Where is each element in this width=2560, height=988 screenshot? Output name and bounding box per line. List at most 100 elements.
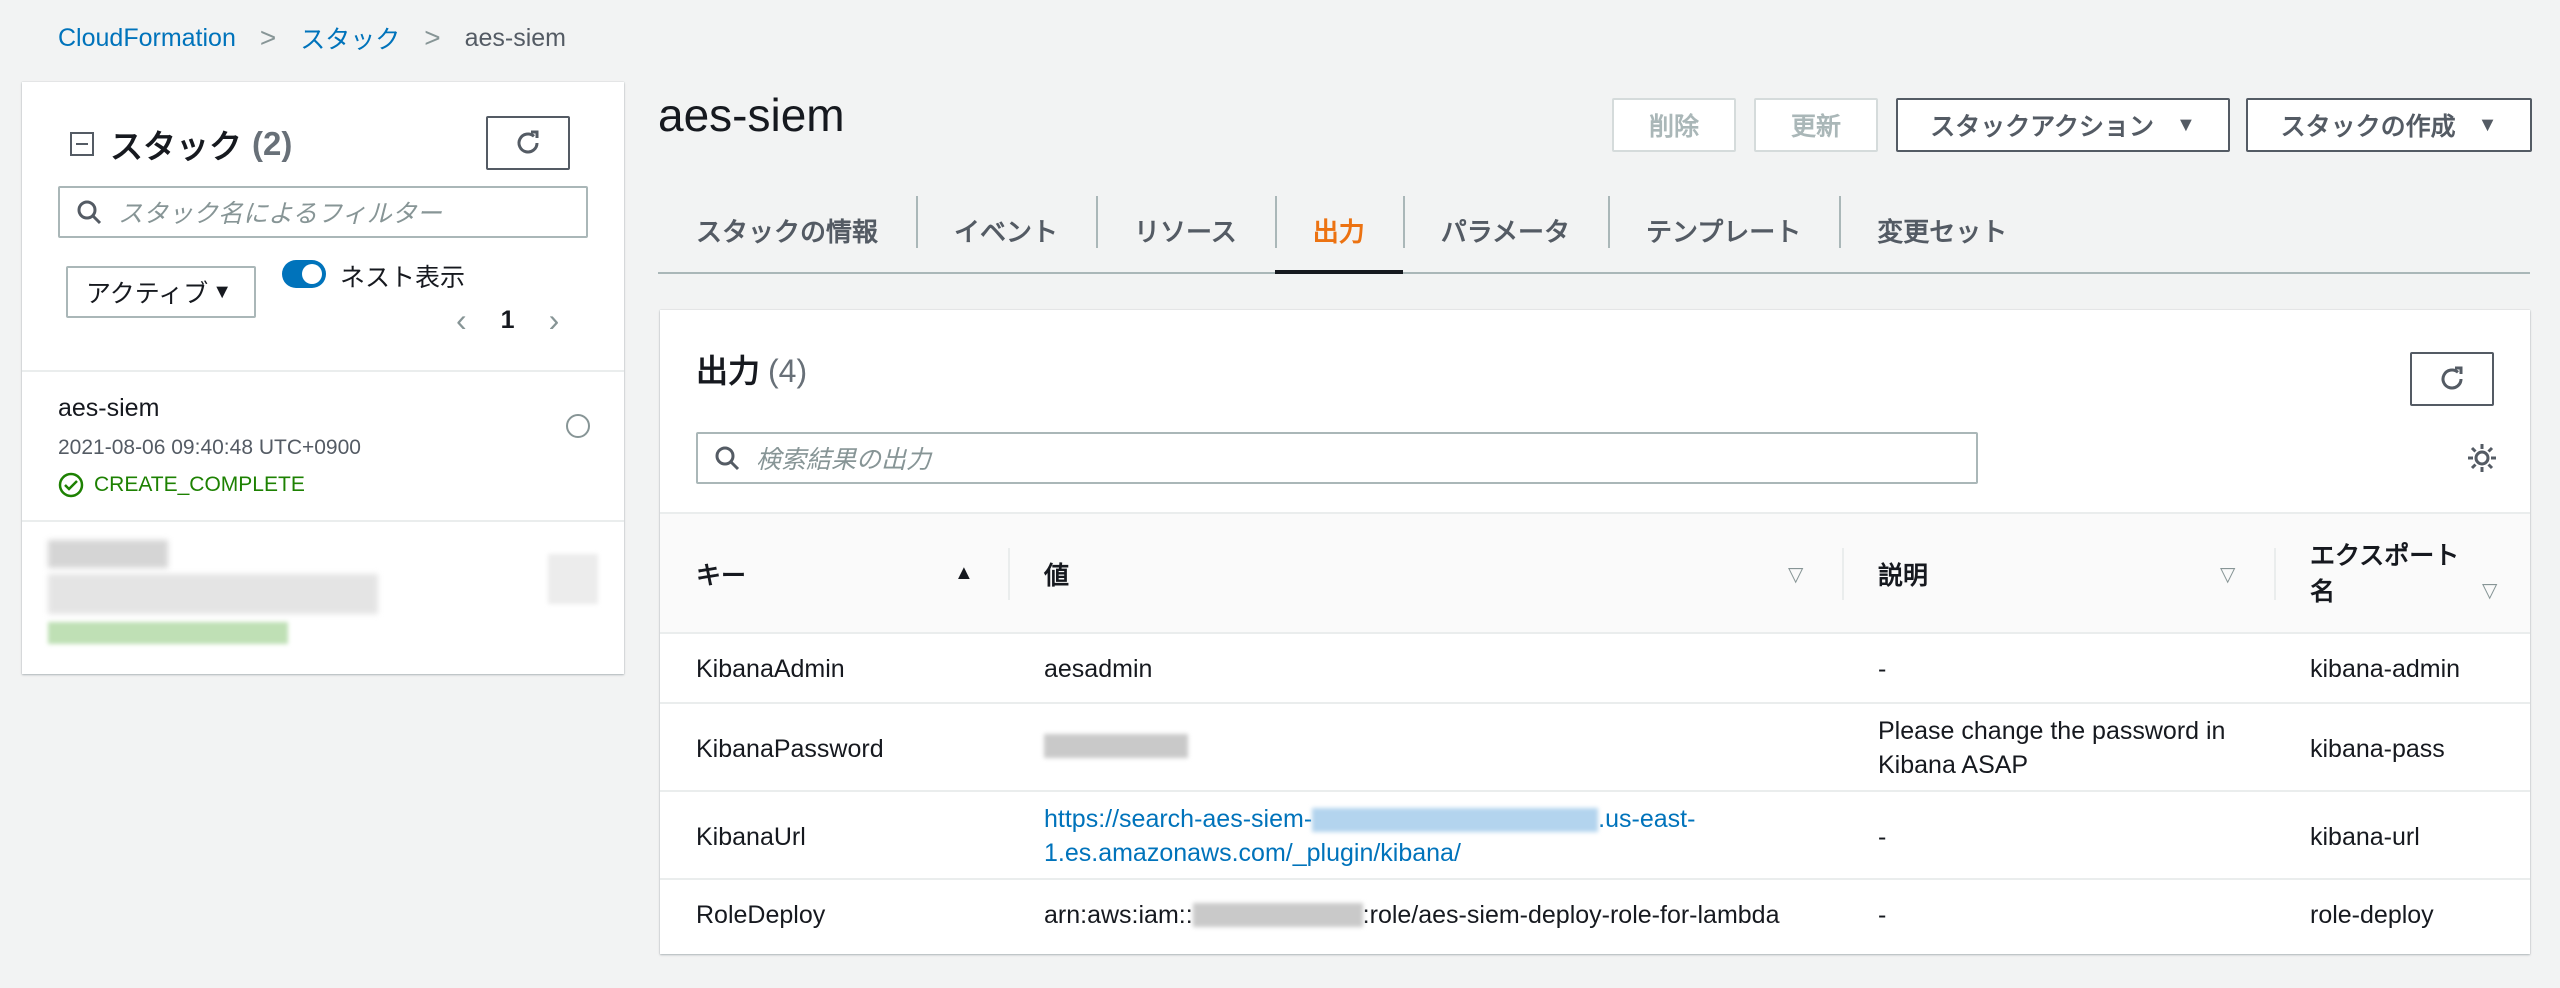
delete-button-label: 削除 <box>1648 113 1699 141</box>
update-button[interactable]: 更新 <box>1754 98 1878 152</box>
breadcrumb-cloudformation-link[interactable]: CloudFormation <box>58 24 236 53</box>
caret-down-icon: ▼ <box>2175 113 2196 136</box>
redacted-account-id <box>1192 903 1363 927</box>
column-divider <box>1842 548 1844 600</box>
breadcrumb-stacks-link[interactable]: スタック <box>300 20 400 56</box>
stacks-panel-header: スタック (2) <box>70 120 292 168</box>
stacks-panel-title: スタック <box>110 128 242 165</box>
collapse-icon[interactable] <box>70 132 94 156</box>
column-description-label: 説明 <box>1878 562 1929 590</box>
outputs-panel: 出力 (4) 検索結果の出力 キー ▲ 値 ▽ 説明 ▽ エクスポート 名 ▽ … <box>660 310 2530 954</box>
stack-list-item[interactable]: aes-siem 2021-08-06 09:40:48 UTC+0900 CR… <box>22 370 624 522</box>
sort-icon[interactable]: ▽ <box>2220 562 2235 587</box>
outputs-refresh-button[interactable] <box>2410 352 2494 406</box>
stack-filter-input[interactable]: スタック名によるフィルター <box>58 186 588 238</box>
column-divider <box>2274 548 2276 600</box>
output-description: - <box>1878 901 1887 929</box>
stacks-count: (2) <box>252 125 293 162</box>
column-header-description[interactable]: 説明 <box>1878 514 1928 634</box>
tab-events[interactable]: イベント <box>916 188 1096 272</box>
output-description: Please change the password in Kibana ASA… <box>1878 714 2225 782</box>
output-value: arn:aws:iam:::role/aes-siem-deploy-role-… <box>1044 898 1780 932</box>
stack-created-time: 2021-08-06 09:40:48 UTC+0900 <box>58 436 361 459</box>
column-divider <box>1008 548 1010 600</box>
tab-outputs[interactable]: 出力 <box>1274 188 1403 274</box>
output-key: KibanaPassword <box>696 735 884 763</box>
status-badge: CREATE_COMPLETE <box>58 472 305 498</box>
column-key-label: キー <box>696 562 747 590</box>
output-export-name: kibana-url <box>2310 823 2420 851</box>
output-description: - <box>1878 655 1887 683</box>
breadcrumb-separator-icon: > <box>259 22 277 53</box>
outputs-table-header: キー ▲ 値 ▽ 説明 ▽ エクスポート 名 ▽ <box>660 512 2530 634</box>
table-row: KibanaUrl https://search-aes-siem- .us-ea… <box>660 792 2530 880</box>
column-header-key[interactable]: キー <box>696 514 746 634</box>
table-row: KibanaPassword Please change the passwor… <box>660 704 2530 792</box>
tab-stack-info[interactable]: スタックの情報 <box>658 188 916 272</box>
url-line: https://search-aes-siem- .us-east- <box>1044 802 1695 836</box>
stack-detail-tabs: スタックの情報 イベント リソース 出力 パラメータ テンプレート 変更セット <box>658 188 2530 274</box>
column-value-label: 値 <box>1044 562 1070 590</box>
stack-actions-label: スタックアクション <box>1930 113 2154 141</box>
column-header-value[interactable]: 値 <box>1044 514 1069 634</box>
output-value: aesadmin <box>1044 655 1153 683</box>
stacks-panel: スタック (2) スタック名によるフィルター アクティブ ▼ ネスト表示 ‹ 1… <box>22 82 624 674</box>
create-stack-label: スタックの作成 <box>2280 113 2456 141</box>
page-title: aes-siem <box>658 89 845 141</box>
outputs-title: 出力 <box>696 353 761 389</box>
gear-icon[interactable] <box>2464 440 2500 476</box>
output-export-name: kibana-admin <box>2310 655 2461 683</box>
stack-status-text: CREATE_COMPLETE <box>94 473 305 496</box>
redacted-domain <box>1312 808 1599 833</box>
redacted-password <box>1044 734 1188 758</box>
url-suffix: .us-east- <box>1598 805 1696 833</box>
output-description: - <box>1878 823 1887 851</box>
chevron-right-icon[interactable]: › <box>549 302 560 339</box>
stack-name: aes-siem <box>58 394 160 422</box>
breadcrumb-separator-icon: > <box>424 22 441 53</box>
arn-suffix: :role/aes-siem-deploy-role-for-lambda <box>1362 901 1780 929</box>
nested-view-label: ネスト表示 <box>340 264 466 292</box>
sort-icon[interactable]: ▽ <box>1788 562 1803 587</box>
tab-template[interactable]: テンプレート <box>1607 188 1839 272</box>
refresh-icon <box>517 130 539 154</box>
nested-view-toggle[interactable] <box>282 260 326 288</box>
current-page[interactable]: 1 <box>501 306 515 335</box>
stacks-refresh-button[interactable] <box>486 116 570 170</box>
tab-change-sets[interactable]: 変更セット <box>1839 188 2045 272</box>
description-line: Kibana ASAP <box>1878 751 2029 779</box>
caret-down-icon: ▼ <box>2477 113 2498 136</box>
sort-ascending-icon[interactable]: ▲ <box>954 562 974 585</box>
redacted-stack-item[interactable] <box>22 524 624 674</box>
column-header-export-name[interactable]: エクスポート 名 <box>2310 514 2459 634</box>
kibana-url-link[interactable]: https://search-aes-siem- .us-east- 1.es.a… <box>1044 802 1695 870</box>
table-row: RoleDeploy arn:aws:iam:::role/aes-siem-d… <box>660 880 2530 952</box>
output-key: RoleDeploy <box>696 901 826 929</box>
stack-select-radio[interactable] <box>566 414 590 438</box>
check-circle-icon <box>58 472 84 498</box>
chevron-left-icon[interactable]: ‹ <box>456 302 467 339</box>
redacted-block <box>548 554 598 604</box>
create-stack-button[interactable]: スタックの作成 ▼ <box>2246 98 2532 152</box>
redacted-block <box>48 622 288 644</box>
delete-button[interactable]: 削除 <box>1612 98 1736 152</box>
sort-icon[interactable]: ▽ <box>2482 578 2497 603</box>
redacted-block <box>48 574 378 614</box>
caret-down-icon: ▼ <box>212 280 233 303</box>
url-line: 1.es.amazonaws.com/_plugin/kibana/ <box>1044 839 1461 867</box>
status-filter-select[interactable]: アクティブ ▼ <box>66 266 256 318</box>
tab-resources[interactable]: リソース <box>1096 188 1275 272</box>
output-value <box>1044 734 1188 758</box>
breadcrumb: CloudFormation > スタック > aes-siem <box>58 20 566 56</box>
description-line: Please change the password in <box>1878 717 2226 745</box>
arn-prefix: arn:aws:iam:: <box>1044 901 1193 929</box>
column-export-label: エクスポート <box>2310 542 2460 570</box>
refresh-icon <box>2441 366 2463 390</box>
update-button-label: 更新 <box>1790 113 1841 141</box>
outputs-search-placeholder: 検索結果の出力 <box>756 446 932 474</box>
table-row: KibanaAdmin aesadmin - kibana-admin <box>660 634 2530 704</box>
stack-actions-button[interactable]: スタックアクション ▼ <box>1896 98 2230 152</box>
breadcrumb-current: aes-siem <box>464 23 567 52</box>
tab-parameters[interactable]: パラメータ <box>1402 188 1608 272</box>
outputs-search-input[interactable]: 検索結果の出力 <box>696 432 1978 484</box>
